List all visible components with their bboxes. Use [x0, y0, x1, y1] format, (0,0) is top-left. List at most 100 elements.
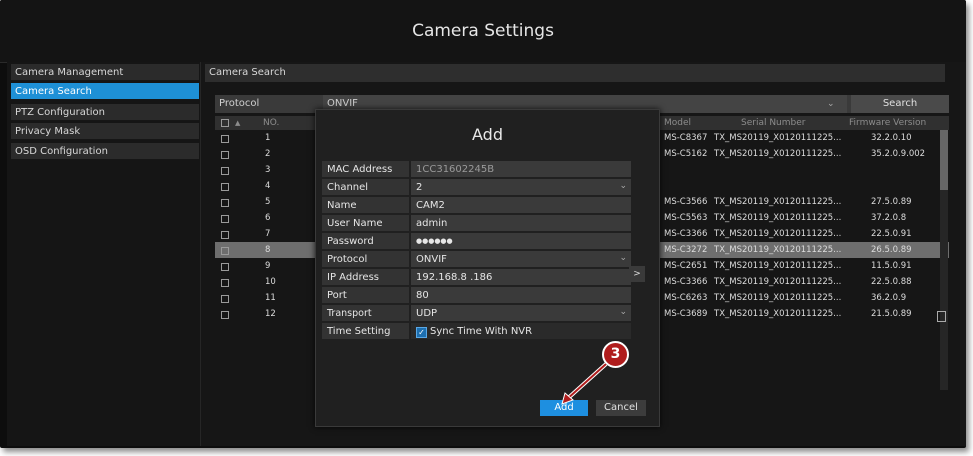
cell-serial: TX_MS20119_X0120111225...: [714, 293, 842, 303]
column-serial-number[interactable]: Serial Number: [741, 116, 805, 130]
field-name: Name CAM2: [322, 197, 631, 214]
user-name-input[interactable]: admin: [411, 215, 631, 231]
chevron-down-icon: ⌄: [619, 181, 627, 191]
cell-no: 10: [265, 277, 276, 287]
row-checkbox[interactable]: [221, 231, 229, 239]
cell-serial: TX_MS20119_X0120111225...: [714, 309, 842, 319]
cell-model: MS-C3272: [664, 245, 708, 255]
cell-serial: TX_MS20119_X0120111225...: [714, 261, 842, 271]
field-port: Port 80: [322, 287, 631, 304]
scrollbar-end-handle[interactable]: [937, 311, 946, 322]
row-checkbox[interactable]: [221, 279, 229, 287]
row-checkbox[interactable]: [221, 263, 229, 271]
transport-protocol-select[interactable]: UDP ⌄: [411, 305, 631, 321]
field-label: MAC Address: [322, 161, 409, 177]
field-label: User Name: [322, 215, 409, 231]
port-input[interactable]: 80: [411, 287, 631, 303]
field-channel: Channel 2 ⌄: [322, 179, 631, 196]
protocol-value: ONVIF: [416, 254, 447, 265]
protocol-label: Protocol: [219, 98, 260, 109]
sync-time-option[interactable]: ✓ Sync Time With NVR: [411, 323, 631, 339]
scrollbar-thumb[interactable]: [940, 130, 948, 190]
cell-serial: TX_MS20119_X0120111225...: [714, 149, 842, 159]
ip-address-input[interactable]: 192.168.8 .186: [411, 269, 631, 285]
name-input[interactable]: CAM2: [411, 197, 631, 213]
field-label: Name: [322, 197, 409, 213]
sidebar-item-ptz-configuration[interactable]: PTZ Configuration: [11, 104, 199, 121]
cell-firmware: 27.5.0.89: [871, 197, 912, 207]
field-label: Protocol: [322, 251, 409, 267]
row-checkbox[interactable]: [221, 215, 229, 223]
cell-firmware: 26.5.0.89: [871, 245, 912, 255]
sidebar-item-camera-search[interactable]: Camera Search: [11, 83, 199, 100]
cell-no: 9: [265, 261, 271, 271]
password-input[interactable]: ●●●●●●: [411, 233, 631, 249]
camera-settings-window: Camera Settings Camera Management Camera…: [0, 0, 966, 448]
annotation-arrow-icon: [561, 362, 608, 405]
cell-no: 12: [265, 309, 276, 319]
cell-model: MS-C2651: [664, 261, 708, 271]
checkbox-checked-icon[interactable]: ✓: [416, 327, 427, 338]
cell-firmware: 22.5.0.88: [871, 277, 912, 287]
ip-search-button[interactable]: >: [629, 266, 645, 282]
cell-no: 3: [265, 165, 271, 175]
row-checkbox[interactable]: [221, 183, 229, 191]
cell-serial: TX_MS20119_X0120111225...: [714, 245, 842, 255]
field-label: IP Address: [322, 269, 409, 285]
select-all-checkbox[interactable]: [221, 119, 229, 127]
cell-model: MS-C3566: [664, 197, 708, 207]
cell-no: 2: [265, 149, 271, 159]
chevron-down-icon: ⌄: [619, 307, 627, 317]
chevron-down-icon: ⌄: [827, 99, 835, 109]
mac-address-value: 1CC31602245B: [411, 161, 631, 177]
field-label: Channel: [322, 179, 409, 195]
sidebar-item-camera-management[interactable]: Camera Management: [11, 64, 199, 81]
step-number-badge: 3: [602, 341, 629, 368]
row-checkbox[interactable]: [221, 167, 229, 175]
field-password: Password ●●●●●●: [322, 233, 631, 250]
cell-firmware: 37.2.0.8: [871, 213, 907, 223]
table-scrollbar[interactable]: [940, 130, 948, 390]
sidebar-item-privacy-mask[interactable]: Privacy Mask: [11, 123, 199, 140]
row-checkbox[interactable]: [221, 247, 229, 255]
field-protocol: Protocol ONVIF ⌄: [322, 251, 631, 268]
cell-no: 7: [265, 229, 271, 239]
column-firmware-version[interactable]: Firmware Version: [849, 116, 926, 130]
sync-time-label: Sync Time With NVR: [430, 326, 533, 337]
channel-value: 2: [416, 182, 423, 193]
cell-model: MS-C5563: [664, 213, 708, 223]
cell-model: MS-C6263: [664, 293, 708, 303]
sidebar-item-osd-configuration[interactable]: OSD Configuration: [11, 143, 199, 160]
channel-select[interactable]: 2 ⌄: [411, 179, 631, 195]
field-time-setting: Time Setting ✓ Sync Time With NVR: [322, 323, 631, 340]
row-checkbox[interactable]: [221, 295, 229, 303]
field-ip-address: IP Address 192.168.8 .186: [322, 269, 631, 286]
column-model[interactable]: Model: [664, 116, 691, 130]
field-label: Port: [322, 287, 409, 303]
chevron-down-icon: ⌄: [619, 253, 627, 263]
search-button[interactable]: Search: [851, 95, 949, 113]
transport-protocol-value: UDP: [416, 308, 438, 319]
section-title: Camera Search: [205, 64, 945, 82]
field-label: Time Setting: [322, 323, 409, 339]
cell-no: 11: [265, 293, 276, 303]
row-checkbox[interactable]: [221, 199, 229, 207]
cell-serial: TX_MS20119_X0120111225...: [714, 277, 842, 287]
cell-model: MS-C3366: [664, 229, 708, 239]
field-mac-address: MAC Address 1CC31602245B: [322, 161, 631, 178]
cell-model: MS-C3366: [664, 277, 708, 287]
cell-no: 5: [265, 197, 271, 207]
cell-no: 1: [265, 133, 271, 143]
field-transport-protocol: Transport Protocol UDP ⌄: [322, 305, 631, 336]
cell-firmware: 22.5.0.91: [871, 229, 912, 239]
row-checkbox[interactable]: [221, 151, 229, 159]
column-no[interactable]: NO.: [263, 116, 279, 130]
row-checkbox[interactable]: [221, 311, 229, 319]
cell-firmware: 36.2.0.9: [871, 293, 907, 303]
row-checkbox[interactable]: [221, 135, 229, 143]
cell-serial: TX_MS20119_X0120111225...: [714, 213, 842, 223]
cell-serial: TX_MS20119_X0120111225...: [714, 197, 842, 207]
protocol-dialog-select[interactable]: ONVIF ⌄: [411, 251, 631, 267]
sort-up-icon[interactable]: ▲: [235, 116, 240, 130]
cell-model: MS-C5162: [664, 149, 708, 159]
